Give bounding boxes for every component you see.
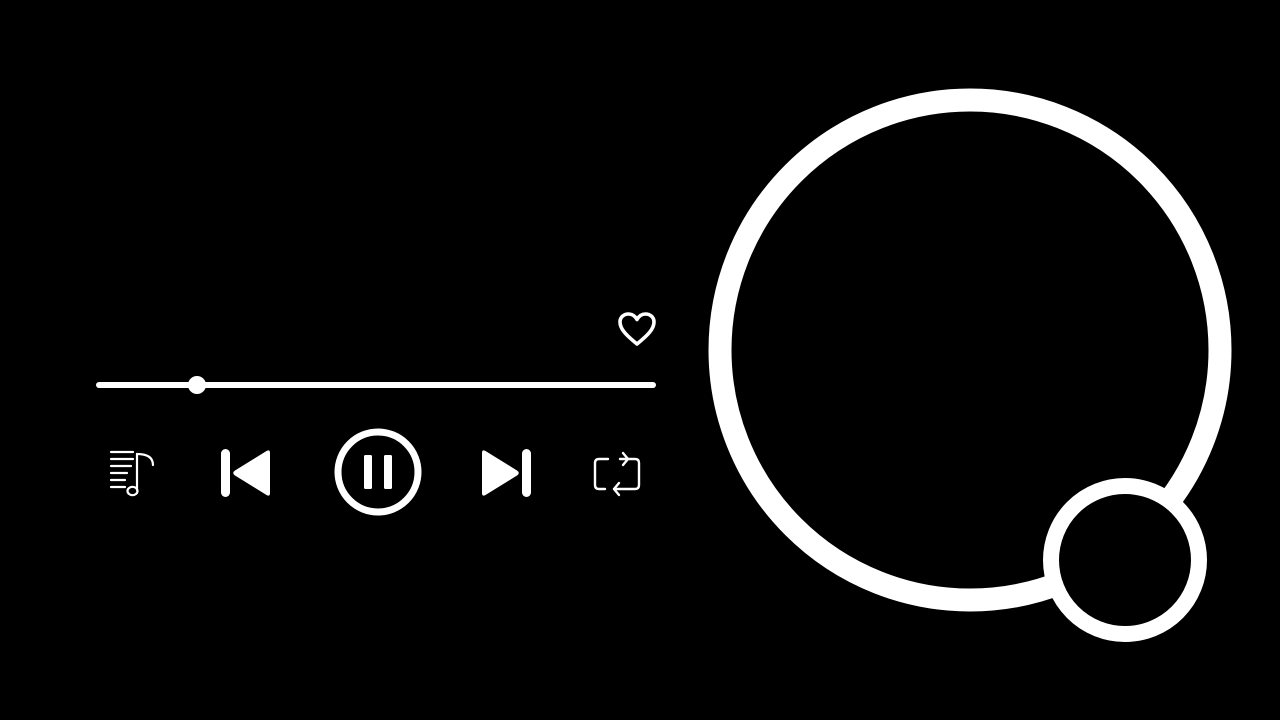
repeat-icon (593, 451, 641, 497)
music-player (0, 0, 1280, 720)
skip-next-icon (482, 449, 531, 497)
repeat-button[interactable] (584, 440, 650, 506)
pause-icon (334, 428, 422, 516)
heart-outline-icon (618, 312, 656, 346)
skip-previous-icon (221, 449, 270, 497)
pause-button[interactable] (330, 424, 426, 520)
decorative-circles (708, 88, 1232, 642)
previous-button[interactable] (212, 440, 280, 506)
playlist-button[interactable] (100, 440, 166, 506)
like-button[interactable] (612, 306, 662, 352)
next-button[interactable] (472, 440, 540, 506)
music-queue-icon (109, 450, 155, 497)
progress-slider[interactable] (96, 372, 656, 398)
progress-thumb[interactable] (187, 376, 206, 394)
small-ring (1043, 478, 1207, 642)
progress-track (96, 382, 656, 388)
